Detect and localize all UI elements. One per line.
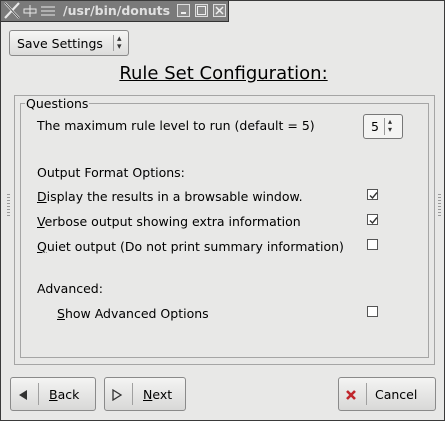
button-divider [38, 383, 39, 405]
button-divider [366, 383, 367, 405]
show-advanced-checkbox[interactable] [367, 306, 378, 317]
pin-icon[interactable] [23, 4, 37, 18]
resize-grip-right[interactable] [438, 194, 441, 218]
updown-arrows-icon: ▴ ▾ [117, 34, 122, 52]
arrow-left-icon [19, 390, 27, 400]
minimize-button[interactable] [177, 4, 190, 17]
close-button[interactable] [213, 4, 226, 17]
verbose-output-checkbox[interactable] [367, 214, 378, 225]
cancel-button[interactable]: Cancel [338, 377, 436, 411]
cancel-x-icon [346, 390, 356, 400]
next-label: Next [143, 387, 173, 402]
save-settings-label: Save Settings [17, 36, 103, 51]
max-rule-level-label: The maximum rule level to run (default =… [37, 118, 315, 133]
option-label-verbose: Verbose output showing extra information [37, 214, 301, 229]
next-button[interactable]: Next [104, 377, 186, 411]
arrow-right-icon [112, 389, 123, 401]
save-settings-combo[interactable]: Save Settings ▴ ▾ [9, 30, 129, 56]
window-title: /usr/bin/donuts [63, 3, 171, 18]
output-format-label: Output Format Options: [37, 165, 185, 180]
cancel-label: Cancel [375, 387, 418, 402]
option-label-quiet: Quiet output (Do not print summary infor… [37, 239, 344, 254]
quiet-output-checkbox[interactable] [367, 239, 378, 250]
checkmark-icon [369, 217, 378, 225]
questions-legend: Questions [25, 96, 90, 111]
button-divider [132, 383, 133, 405]
max-rule-level-spinner[interactable]: 5 ▴ ▾ [363, 114, 403, 139]
page-title: Rule Set Configuration: [119, 63, 328, 84]
title-bar[interactable]: /usr/bin/donuts [1, 1, 229, 22]
back-label: Back [49, 387, 80, 402]
spinner-value: 5 [371, 119, 379, 134]
maximize-button[interactable] [195, 4, 208, 17]
spinner-divider [384, 118, 385, 135]
browsable-window-checkbox[interactable] [367, 189, 378, 200]
show-advanced-label: Show Advanced Options [57, 306, 209, 321]
option-label-browsable: Display the results in a browsable windo… [37, 189, 303, 204]
updown-arrows-icon[interactable]: ▴ ▾ [388, 118, 392, 134]
close-icon [215, 6, 224, 15]
advanced-label: Advanced: [37, 281, 103, 296]
x-logo-icon[interactable] [4, 2, 20, 19]
checkmark-icon [369, 192, 378, 200]
menu-lines-icon[interactable] [41, 5, 55, 17]
resize-grip-left[interactable] [7, 194, 10, 218]
application-window: /usr/bin/donuts Save Settings ▴ ▾ Rule Se… [0, 0, 445, 421]
back-button[interactable]: Back [10, 377, 96, 411]
combo-divider [113, 35, 114, 51]
